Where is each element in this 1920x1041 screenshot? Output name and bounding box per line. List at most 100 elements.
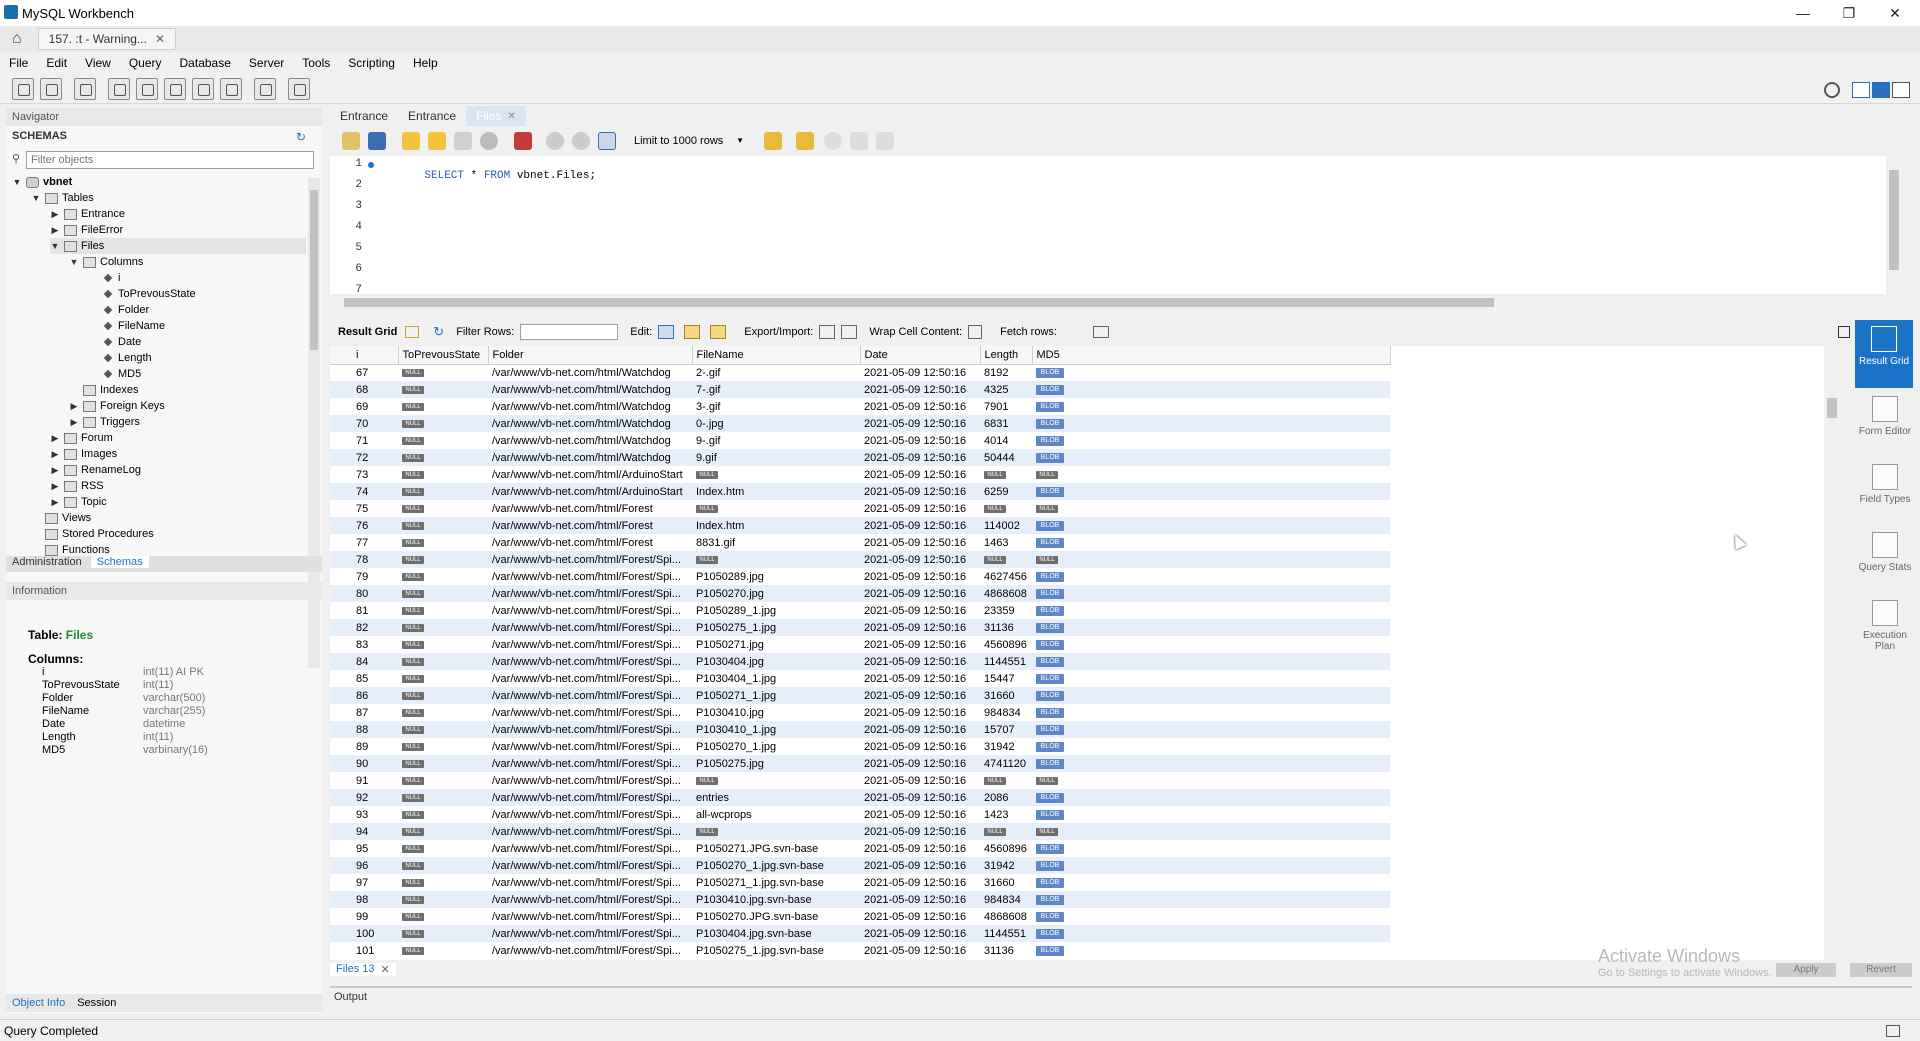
cell-length[interactable]: NULL — [980, 500, 1032, 517]
cell-md5[interactable]: BLOB — [1032, 483, 1390, 500]
cell-date[interactable]: 2021-05-09 12:50:16 — [860, 483, 980, 500]
cell-i[interactable]: 80 — [330, 585, 398, 602]
form-editor-button[interactable]: Form Editor — [1855, 396, 1915, 437]
cell-length[interactable]: 1463 — [980, 534, 1032, 551]
cell-date[interactable]: 2021-05-09 12:50:16 — [860, 466, 980, 483]
table-row[interactable]: 99 NULL/var/www/vb-net.com/html/Forest/Sp… — [330, 908, 1390, 925]
cell-length[interactable]: NULL — [980, 823, 1032, 840]
tree-item-views[interactable]: Views — [31, 510, 91, 526]
cell-md5[interactable]: NULL — [1032, 551, 1390, 568]
column-header-filename[interactable]: FileName — [692, 346, 861, 365]
menu-view[interactable]: View — [76, 56, 120, 70]
cell-folder[interactable]: /var/www/vb-net.com/html/Watchdog — [488, 364, 692, 381]
cell-toprevousstate[interactable]: NULL — [398, 364, 488, 381]
cell-date[interactable]: 2021-05-09 12:50:16 — [860, 840, 980, 857]
cell-md5[interactable]: BLOB — [1032, 755, 1390, 772]
apply-button[interactable]: Apply — [1776, 963, 1836, 977]
cell-length[interactable]: 4560896 — [980, 840, 1032, 857]
search-table-data-icon[interactable] — [254, 78, 276, 100]
table-row[interactable]: 77 NULL/var/www/vb-net.com/html/Forest 883… — [330, 534, 1390, 551]
create-procedure-icon[interactable] — [192, 78, 214, 100]
tree-item-date[interactable]: Date — [88, 334, 141, 350]
cell-i[interactable]: 101 — [330, 942, 398, 959]
cell-filename[interactable]: P1030410.jpg.svn-base — [692, 891, 860, 908]
cell-toprevousstate[interactable]: NULL — [398, 704, 488, 721]
cell-filename[interactable]: P1030404_1.jpg — [692, 670, 860, 687]
cell-md5[interactable]: BLOB — [1032, 721, 1390, 738]
cell-date[interactable]: 2021-05-09 12:50:16 — [860, 687, 980, 704]
cell-md5[interactable]: BLOB — [1032, 364, 1390, 381]
cell-i[interactable]: 68 — [330, 381, 398, 398]
cell-i[interactable]: 73 — [330, 466, 398, 483]
cell-toprevousstate[interactable]: NULL — [398, 466, 488, 483]
cell-folder[interactable]: /var/www/vb-net.com/html/Forest/Spi... — [488, 551, 692, 568]
cell-toprevousstate[interactable]: NULL — [398, 857, 488, 874]
tree-item-images[interactable]: ▶ Images — [50, 446, 118, 462]
menu-help[interactable]: Help — [404, 56, 447, 70]
cell-i[interactable]: 82 — [330, 619, 398, 636]
inspector-icon[interactable] — [74, 78, 96, 100]
status-panel-icon[interactable] — [1886, 1024, 1900, 1037]
insert-row-icon[interactable] — [684, 325, 701, 339]
cell-folder[interactable]: /var/www/vb-net.com/html/Watchdog — [488, 432, 692, 449]
cell-md5[interactable]: BLOB — [1032, 874, 1390, 891]
cell-length[interactable]: 1144551 — [980, 653, 1032, 670]
cell-filename[interactable]: Index.htm — [692, 483, 860, 500]
cell-filename[interactable]: entries — [692, 789, 860, 806]
table-row[interactable]: 73 NULL/var/www/vb-net.com/html/ArduinoSt… — [330, 466, 1390, 483]
cell-toprevousstate[interactable]: NULL — [398, 500, 488, 517]
cell-date[interactable]: 2021-05-09 12:50:16 — [860, 568, 980, 585]
cell-folder[interactable]: /var/www/vb-net.com/html/Forest/Spi... — [488, 823, 692, 840]
cell-md5[interactable]: BLOB — [1032, 602, 1390, 619]
cell-md5[interactable]: NULL — [1032, 772, 1390, 789]
cell-i[interactable]: 93 — [330, 806, 398, 823]
cell-date[interactable]: 2021-05-09 12:50:16 — [860, 908, 980, 925]
cell-filename[interactable]: NULL — [692, 823, 860, 840]
cell-md5[interactable]: BLOB — [1032, 449, 1390, 466]
rollback-icon[interactable] — [572, 132, 590, 150]
refresh-icon[interactable]: ↻ — [433, 324, 444, 340]
tree-item-indexes[interactable]: Indexes — [69, 382, 139, 398]
invisible-chars-icon[interactable] — [850, 132, 868, 150]
cell-folder[interactable]: /var/www/vb-net.com/html/ArduinoStart — [488, 483, 692, 500]
cell-toprevousstate[interactable]: NULL — [398, 891, 488, 908]
cell-i[interactable]: 95 — [330, 840, 398, 857]
save-icon[interactable] — [368, 132, 386, 150]
table-row[interactable]: 84 NULL/var/www/vb-net.com/html/Forest/Sp… — [330, 653, 1390, 670]
tree-item-stored-procedures[interactable]: Stored Procedures — [31, 526, 154, 542]
cell-date[interactable]: 2021-05-09 12:50:16 — [860, 925, 980, 942]
result-grid-panel-button[interactable]: Result Grid — [1855, 320, 1913, 388]
menu-scripting[interactable]: Scripting — [339, 56, 404, 70]
cell-length[interactable]: 50444 — [980, 449, 1032, 466]
column-header-toprevousstate[interactable]: ToPrevousState — [398, 346, 489, 365]
cell-md5[interactable]: BLOB — [1032, 789, 1390, 806]
query-stats-button[interactable]: Query Stats — [1855, 532, 1915, 573]
table-row[interactable]: 70 NULL/var/www/vb-net.com/html/Watchdog 0… — [330, 415, 1390, 432]
table-row[interactable]: 80 NULL/var/www/vb-net.com/html/Forest/Sp… — [330, 585, 1390, 602]
cell-md5[interactable]: BLOB — [1032, 653, 1390, 670]
cell-length[interactable]: 1144551 — [980, 925, 1032, 942]
cell-toprevousstate[interactable]: NULL — [398, 551, 488, 568]
cell-i[interactable]: 76 — [330, 517, 398, 534]
editor-hscrollbar[interactable] — [330, 296, 1900, 310]
cell-toprevousstate[interactable]: NULL — [398, 381, 488, 398]
tab-object-info[interactable]: Object Info — [6, 997, 71, 1009]
cell-folder[interactable]: /var/www/vb-net.com/html/Forest/Spi... — [488, 806, 692, 823]
tree-item-folder[interactable]: Folder — [88, 302, 149, 318]
cell-folder[interactable]: /var/www/vb-net.com/html/Forest/Spi... — [488, 636, 692, 653]
tab-session[interactable]: Session — [71, 997, 122, 1009]
open-sql-script-icon[interactable] — [40, 78, 62, 100]
cell-i[interactable]: 78 — [330, 551, 398, 568]
cell-length[interactable]: 31942 — [980, 857, 1032, 874]
cell-folder[interactable]: /var/www/vb-net.com/html/Watchdog — [488, 381, 692, 398]
cell-filename[interactable]: P1030404.jpg — [692, 653, 860, 670]
menu-file[interactable]: File — [0, 56, 37, 70]
cell-date[interactable]: 2021-05-09 12:50:16 — [860, 857, 980, 874]
table-row[interactable]: 96 NULL/var/www/vb-net.com/html/Forest/Sp… — [330, 857, 1390, 874]
cell-length[interactable]: NULL — [980, 772, 1032, 789]
cell-length[interactable]: 8192 — [980, 364, 1032, 381]
cell-i[interactable]: 98 — [330, 891, 398, 908]
tab-administration[interactable]: Administration — [6, 556, 88, 568]
cell-toprevousstate[interactable]: NULL — [398, 449, 488, 466]
cell-date[interactable]: 2021-05-09 12:50:16 — [860, 721, 980, 738]
